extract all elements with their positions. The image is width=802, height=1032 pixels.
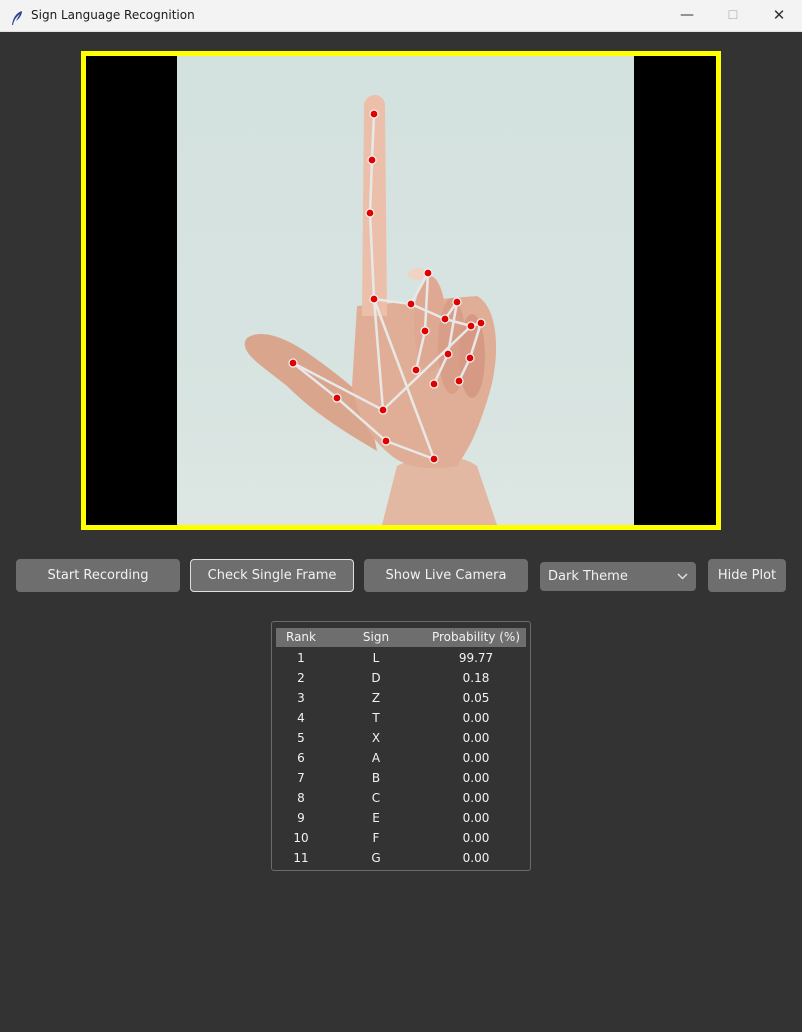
- sign-cell: T: [372, 711, 380, 725]
- landmark-point: [369, 109, 379, 119]
- header-sign: Sign: [362, 630, 390, 644]
- theme-dropdown[interactable]: Dark Theme: [540, 562, 696, 591]
- table-row[interactable]: 9 E 0.00: [276, 808, 526, 828]
- sign-cell: X: [371, 731, 381, 745]
- landmark-point: [420, 326, 430, 336]
- probability-cell: 99.77: [458, 651, 494, 665]
- landmark-point: [465, 353, 475, 363]
- table-row[interactable]: 5 X 0.00: [276, 728, 526, 748]
- rank-cell: 9: [297, 811, 305, 825]
- landmark-point: [365, 208, 375, 218]
- table-row[interactable]: 4 T 0.00: [276, 708, 526, 728]
- landmark-point: [369, 294, 379, 304]
- landmark-point: [429, 379, 439, 389]
- rank-cell: 4: [297, 711, 305, 725]
- probability-cell: 0.00: [462, 791, 490, 805]
- window-title: Sign Language Recognition: [31, 8, 195, 22]
- probability-cell: 0.00: [462, 711, 490, 725]
- landmark-point: [406, 299, 416, 309]
- probability-cell: 0.05: [462, 691, 490, 705]
- probability-cell: 0.00: [462, 731, 490, 745]
- probability-cell: 0.00: [462, 851, 490, 865]
- landmark-point: [443, 349, 453, 359]
- rank-cell: 8: [297, 791, 305, 805]
- table-row[interactable]: 8 C 0.00: [276, 788, 526, 808]
- landmark-point: [381, 436, 391, 446]
- rank-cell: 3: [297, 691, 305, 705]
- sign-cell: F: [372, 831, 380, 845]
- sign-cell: B: [371, 771, 381, 785]
- probability-cell: 0.00: [462, 771, 490, 785]
- feather-icon: [10, 7, 24, 25]
- sign-cell: E: [372, 811, 380, 825]
- hide-plot-button[interactable]: Hide Plot: [708, 559, 786, 592]
- landmark-point: [411, 365, 421, 375]
- table-row[interactable]: 7 B 0.00: [276, 768, 526, 788]
- sign-cell: Z: [371, 691, 381, 705]
- table-row[interactable]: 11 G 0.00: [276, 848, 526, 868]
- rank-cell: 6: [297, 751, 305, 765]
- landmark-point: [332, 393, 342, 403]
- probability-cell: 0.00: [462, 751, 490, 765]
- landmark-point: [378, 405, 388, 415]
- theme-dropdown-value: Dark Theme: [548, 569, 628, 584]
- header-probability: Probability (%): [431, 630, 520, 644]
- probability-cell: 0.00: [462, 831, 490, 845]
- video-display: [81, 51, 721, 530]
- rank-cell: 1: [297, 651, 305, 665]
- probability-cell: 0.18: [462, 671, 490, 685]
- table-row[interactable]: 2 D 0.18: [276, 668, 526, 688]
- sign-cell: A: [371, 751, 381, 765]
- rank-cell: 10: [293, 831, 309, 845]
- landmark-point: [429, 454, 439, 464]
- landmark-point: [452, 297, 462, 307]
- table-row[interactable]: 10 F 0.00: [276, 828, 526, 848]
- check-single-frame-button[interactable]: Check Single Frame: [190, 559, 354, 592]
- probability-cell: 0.00: [462, 811, 490, 825]
- landmark-point: [367, 155, 377, 165]
- hand-image: [177, 56, 634, 525]
- close-button[interactable]: ✕: [756, 0, 802, 31]
- show-live-camera-button[interactable]: Show Live Camera: [364, 559, 528, 592]
- landmark-point: [288, 358, 298, 368]
- table-header: Rank Sign Probability (%): [276, 628, 526, 647]
- sign-cell: G: [371, 851, 381, 865]
- table-row[interactable]: 3 Z 0.05: [276, 688, 526, 708]
- chevron-down-icon: [677, 562, 688, 602]
- landmark-point: [454, 376, 464, 386]
- minimize-button[interactable]: —: [664, 0, 710, 31]
- results-table: Rank Sign Probability (%) 1 L 99.77 2 D 0.18 3…: [271, 621, 531, 871]
- landmark-point: [440, 314, 450, 324]
- sign-cell: C: [371, 791, 381, 805]
- rank-cell: 11: [293, 851, 309, 865]
- maximize-button[interactable]: ☐: [710, 0, 756, 31]
- landmark-point: [466, 321, 476, 331]
- start-recording-button[interactable]: Start Recording: [16, 559, 180, 592]
- table-row[interactable]: 1 L 99.77: [276, 648, 526, 668]
- rank-cell: 7: [297, 771, 305, 785]
- rank-cell: 5: [297, 731, 305, 745]
- header-rank: Rank: [286, 630, 316, 644]
- sign-cell: L: [372, 651, 380, 665]
- table-row[interactable]: 6 A 0.00: [276, 748, 526, 768]
- landmark-point: [423, 268, 433, 278]
- landmark-point: [476, 318, 486, 328]
- title-bar: Sign Language Recognition — ☐ ✕: [0, 0, 802, 32]
- rank-cell: 2: [297, 671, 305, 685]
- sign-cell: D: [371, 671, 381, 685]
